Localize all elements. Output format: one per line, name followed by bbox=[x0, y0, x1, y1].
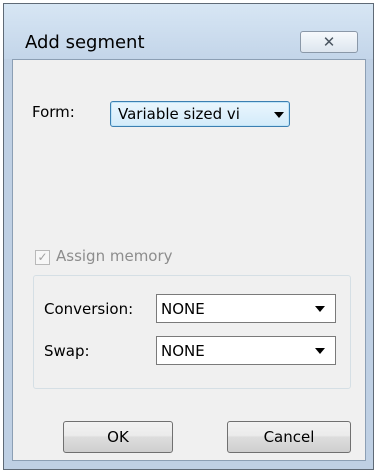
form-dropdown[interactable]: Variable sized vi bbox=[110, 101, 290, 127]
swap-label: Swap: bbox=[44, 342, 90, 360]
conversion-label: Conversion: bbox=[44, 300, 134, 318]
assign-memory-label: Assign memory bbox=[56, 247, 173, 265]
chevron-down-icon bbox=[315, 348, 325, 354]
close-icon: ✕ bbox=[322, 33, 336, 51]
cancel-button[interactable]: Cancel bbox=[227, 421, 351, 453]
assign-memory-checkbox[interactable]: ✓ bbox=[35, 250, 50, 265]
chevron-down-icon bbox=[274, 112, 284, 118]
memory-options-group: Conversion: NONE Swap: NONE bbox=[33, 275, 351, 389]
dialog-title: Add segment bbox=[25, 32, 145, 53]
dialog-body: Form: Variable sized vi ✓ Assign memory … bbox=[12, 59, 366, 461]
conversion-dropdown[interactable]: NONE bbox=[156, 294, 336, 323]
ok-button-label: OK bbox=[107, 428, 129, 446]
swap-dropdown[interactable]: NONE bbox=[156, 336, 336, 365]
cancel-button-label: Cancel bbox=[263, 428, 315, 446]
close-button[interactable]: ✕ bbox=[300, 31, 358, 53]
swap-value: NONE bbox=[161, 342, 205, 360]
check-icon: ✓ bbox=[37, 250, 48, 264]
form-label: Form: bbox=[32, 103, 75, 121]
conversion-value: NONE bbox=[161, 300, 205, 318]
title-bar: Add segment ✕ bbox=[4, 4, 373, 59]
chevron-down-icon bbox=[315, 306, 325, 312]
ok-button[interactable]: OK bbox=[63, 421, 173, 453]
form-dropdown-value: Variable sized vi bbox=[118, 105, 240, 123]
add-segment-dialog: Add segment ✕ Form: Variable sized vi ✓ … bbox=[3, 3, 374, 470]
